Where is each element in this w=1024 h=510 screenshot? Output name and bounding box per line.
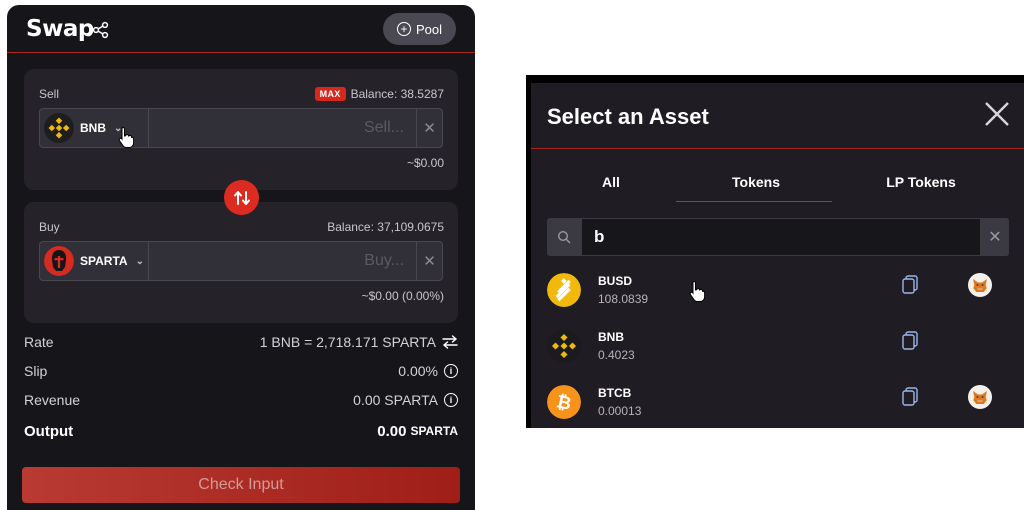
revenue-value: 0.00 SPARTA (353, 392, 438, 408)
active-tab-underline (676, 201, 832, 202)
buy-input-row: SPARTA ⌄ ✕ (39, 241, 443, 281)
rate-row: Rate 1 BNB = 2,718.171 SPARTA (24, 332, 458, 352)
hand-cursor-icon (118, 126, 134, 148)
copy-icon[interactable] (901, 275, 919, 295)
copy-icon[interactable] (901, 387, 919, 407)
sell-balance-row: MAX Balance: 38.5287 (314, 87, 444, 101)
swap-header: Swap + Pool (7, 5, 475, 53)
busd-logo-icon (547, 273, 581, 307)
asset-search-input[interactable] (581, 218, 981, 256)
asset-balance: 0.4023 (598, 348, 635, 362)
page-title: Swap (26, 16, 94, 42)
rate-label: Rate (24, 334, 54, 350)
sell-label: Sell (39, 87, 60, 101)
tab-all[interactable]: All (586, 174, 636, 190)
modal-body: Select an Asset All Tokens LP Tokens ✕ (531, 83, 1024, 428)
swap-panel: Swap + Pool Sell MAX Balance: 38.5287 BN… (7, 5, 475, 510)
sell-balance: Balance: 38.5287 (350, 87, 444, 101)
list-item[interactable]: BNB 0.4023 (547, 326, 1009, 366)
buy-amount-input[interactable] (149, 242, 416, 280)
asset-balance: 0.00013 (598, 404, 642, 418)
buy-token-symbol: SPARTA (80, 254, 128, 268)
list-item[interactable]: BUSD 108.0839 (547, 270, 1009, 310)
buy-token-select[interactable]: SPARTA ⌄ (40, 242, 149, 280)
revenue-row: Revenue 0.00 SPARTA i (24, 390, 458, 410)
slip-label: Slip (24, 363, 48, 379)
buy-balance: Balance: 37,109.0675 (327, 220, 444, 234)
tab-lp-tokens[interactable]: LP Tokens (876, 174, 966, 190)
swap-rate-icon[interactable] (442, 335, 458, 349)
sell-usd-value: ~$0.00 (406, 156, 444, 170)
asset-symbol: BTCB (598, 386, 632, 400)
search-icon (547, 218, 581, 256)
buy-clear-icon[interactable]: ✕ (416, 242, 442, 280)
sparta-logo-icon (44, 246, 74, 276)
sell-clear-icon[interactable]: ✕ (416, 109, 442, 147)
search-clear-icon[interactable]: ✕ (981, 218, 1009, 256)
share-icon[interactable] (92, 21, 110, 39)
info-icon[interactable]: i (444, 364, 458, 378)
divider (531, 148, 1024, 149)
copy-icon[interactable] (901, 331, 919, 351)
bnb-logo-icon (547, 329, 581, 363)
btcb-logo-icon: ₿ (547, 385, 581, 419)
select-asset-modal: Select an Asset All Tokens LP Tokens ✕ (526, 75, 1024, 428)
pool-button-label: Pool (415, 21, 443, 37)
asset-symbol: BUSD (598, 274, 633, 288)
modal-title: Select an Asset (547, 104, 709, 129)
metamask-fox-icon[interactable] (968, 273, 992, 297)
buy-box: Buy Balance: 37,109.0675 SPARTA ⌄ ✕ ~$0.… (24, 202, 458, 323)
output-label: Output (24, 422, 74, 440)
slip-value: 0.00% (398, 363, 438, 379)
pool-button[interactable]: + Pool (383, 13, 456, 45)
asset-symbol: BNB (598, 330, 624, 344)
tab-tokens[interactable]: Tokens (711, 174, 801, 190)
swap-arrows-icon (233, 190, 250, 205)
asset-search-row: ✕ (547, 218, 1009, 256)
check-input-button[interactable]: Check Input (22, 467, 460, 503)
chevron-down-icon: ⌄ (135, 255, 144, 267)
revenue-label: Revenue (24, 392, 81, 408)
sell-box: Sell MAX Balance: 38.5287 BNB ⌄ Sell... … (24, 69, 458, 190)
slip-row: Slip 0.00% i (24, 361, 458, 381)
buy-usd-value: ~$0.00 (0.00%) (361, 289, 444, 303)
asset-balance: 108.0839 (598, 292, 649, 306)
output-row: Output 0.00 SPARTA (24, 421, 458, 441)
metamask-fox-icon[interactable] (968, 385, 992, 409)
info-icon[interactable]: i (444, 393, 458, 407)
sell-token-symbol: BNB (80, 121, 106, 135)
buy-balance-row: Balance: 37,109.0675 (327, 220, 444, 234)
max-button[interactable]: MAX (314, 87, 346, 101)
sell-input-row: BNB ⌄ ✕ (39, 108, 443, 148)
close-icon[interactable] (983, 100, 1011, 128)
rate-value: 1 BNB = 2,718.171 SPARTA (259, 334, 436, 350)
output-value: 0.00 (377, 422, 407, 440)
list-item[interactable]: ₿ BTCB 0.00013 (547, 382, 1009, 422)
sell-amount-input[interactable] (149, 109, 416, 147)
plus-circle-icon: + (396, 22, 411, 36)
flip-direction-button[interactable] (224, 180, 259, 215)
output-unit: SPARTA (410, 424, 458, 438)
bnb-logo-icon (44, 113, 74, 143)
hand-cursor-icon (689, 280, 705, 302)
buy-label: Buy (39, 220, 60, 234)
